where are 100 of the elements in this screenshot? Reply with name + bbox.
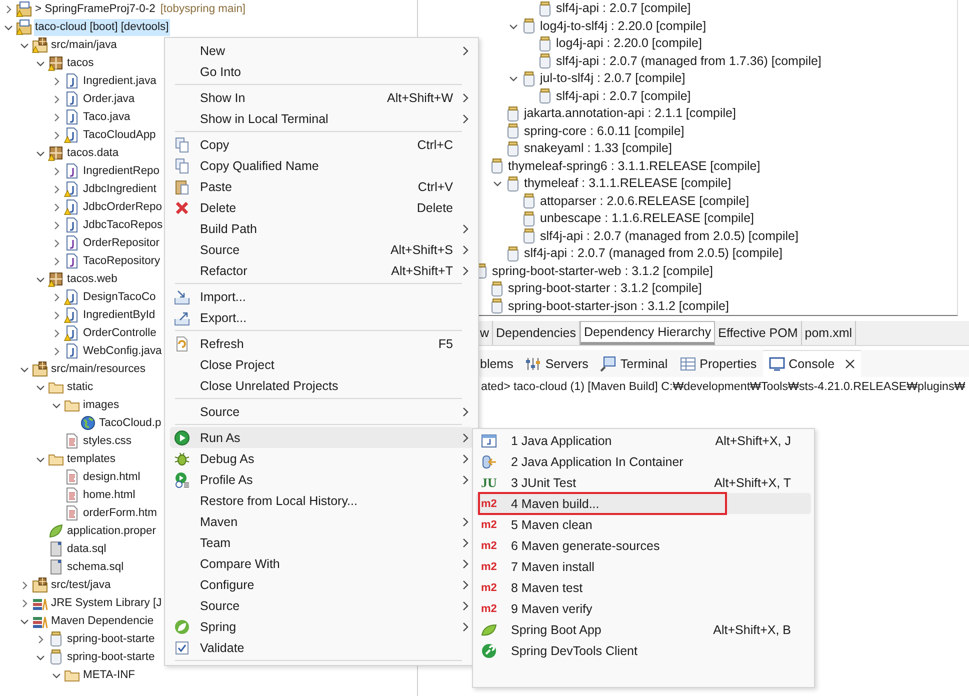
chevron-icon[interactable] bbox=[52, 184, 60, 194]
tree-item[interactable]: JdbcTacoRepos bbox=[82, 216, 164, 234]
tree-item[interactable]: slf4j-api : 2.0.7 (managed from 2.0.5) [compile] bbox=[523, 245, 784, 262]
menu-item[interactable]: Source bbox=[170, 595, 473, 616]
tree-item[interactable]: application.proper bbox=[66, 522, 157, 540]
menu-item[interactable]: m2 5 Maven clean bbox=[476, 514, 811, 535]
chevron-icon[interactable] bbox=[52, 220, 60, 230]
chevron-icon[interactable] bbox=[492, 179, 502, 188]
tree-item[interactable]: OrderRepositor bbox=[82, 234, 160, 252]
tree-item[interactable]: slf4j-api : 2.0.7 (managed from 2.0.5) [compile] bbox=[539, 228, 800, 245]
tree-item[interactable]: design.html bbox=[82, 468, 142, 486]
menu-item[interactable]: m2 6 Maven generate-sources bbox=[476, 535, 811, 556]
tree-item[interactable]: JRE System Library [J bbox=[50, 594, 163, 612]
tree-item[interactable]: META-INF bbox=[82, 666, 136, 684]
chevron-icon[interactable] bbox=[36, 58, 44, 68]
chevron-icon[interactable] bbox=[36, 382, 44, 392]
tree-item[interactable]: unbescape : 1.1.6.RELEASE [compile] bbox=[539, 210, 756, 228]
chevron-icon[interactable] bbox=[52, 346, 60, 356]
view-tab[interactable]: Console bbox=[762, 350, 861, 377]
tree-item[interactable]: slf4j-api : 2.0.7 [compile] bbox=[555, 88, 692, 105]
tree-item[interactable]: styles.css bbox=[82, 432, 132, 450]
tree-item[interactable]: Taco.java bbox=[82, 108, 132, 126]
tree-item[interactable]: images bbox=[82, 396, 120, 414]
menu-item[interactable]: Profile As bbox=[170, 469, 473, 490]
chevron-icon[interactable] bbox=[4, 22, 12, 32]
chevron-icon[interactable] bbox=[52, 400, 60, 410]
tree-item[interactable]: slf4j-api : 2.0.7 (managed from 1.7.36) [compile] bbox=[555, 52, 822, 70]
menu-item[interactable]: Paste Ctrl+V bbox=[170, 176, 473, 197]
tree-item[interactable]: static bbox=[66, 378, 94, 396]
tree-item[interactable]: TacoCloudApp bbox=[82, 126, 157, 144]
menu-item[interactable]: 1 Java Application Alt+Shift+X, J bbox=[476, 430, 811, 451]
menu-item[interactable]: Spring bbox=[170, 616, 473, 637]
menu-item[interactable]: Export... bbox=[170, 307, 473, 328]
chevron-icon[interactable] bbox=[508, 74, 518, 84]
chevron-icon[interactable] bbox=[20, 580, 28, 590]
tree-item[interactable]: > SpringFrameProj7-0-2 bbox=[34, 0, 156, 18]
chevron-icon[interactable] bbox=[20, 616, 28, 626]
view-tab[interactable]: Servers bbox=[519, 350, 594, 377]
tree-item[interactable]: WebConfig.java bbox=[82, 342, 163, 360]
tree-item[interactable]: OrderControlle bbox=[82, 324, 158, 342]
chevron-icon[interactable] bbox=[52, 112, 60, 122]
chevron-icon[interactable] bbox=[52, 670, 60, 680]
menu-item[interactable]: Validate bbox=[170, 637, 473, 658]
menu-item[interactable]: Run As bbox=[170, 427, 473, 448]
menu-item[interactable]: 2 Java Application In Container bbox=[476, 451, 811, 472]
tree-item[interactable]: src/main/resources bbox=[50, 360, 146, 378]
tree-item[interactable]: schema.sql bbox=[66, 558, 125, 576]
chevron-icon[interactable] bbox=[52, 310, 60, 320]
menu-item[interactable]: Compare With bbox=[170, 553, 473, 574]
menu-item[interactable]: Spring Boot App Alt+Shift+X, B bbox=[476, 619, 811, 640]
chevron-icon[interactable] bbox=[20, 598, 28, 608]
menu-item[interactable]: New bbox=[170, 40, 473, 61]
menu-item[interactable]: Import... bbox=[170, 286, 473, 307]
chevron-icon[interactable] bbox=[36, 274, 44, 284]
chevron-icon[interactable] bbox=[52, 76, 60, 86]
chevron-icon[interactable] bbox=[4, 4, 12, 14]
menu-item[interactable]: Show in Local Terminal bbox=[170, 108, 473, 129]
menu-item[interactable]: Restore from Local History... bbox=[170, 490, 473, 511]
menu-item[interactable]: Close Unrelated Projects bbox=[170, 375, 473, 396]
tree-item[interactable]: DesignTacoCo bbox=[82, 288, 157, 306]
close-icon[interactable] bbox=[844, 359, 855, 369]
tree-item[interactable]: Order.java bbox=[82, 90, 136, 108]
tree-item[interactable]: templates bbox=[66, 450, 117, 468]
menu-item[interactable]: m2 7 Maven install bbox=[476, 556, 811, 577]
tree-item[interactable]: jul-to-slf4j : 2.0.7 [compile] bbox=[539, 70, 686, 88]
tree-item[interactable]: slf4j-api : 2.0.7 [compile] bbox=[555, 0, 692, 18]
tree-item[interactable]: tacos bbox=[66, 54, 95, 72]
menu-item[interactable]: Debug As bbox=[170, 448, 473, 469]
chevron-icon[interactable] bbox=[20, 40, 28, 50]
tree-item[interactable]: tacos.data bbox=[66, 144, 120, 162]
chevron-icon[interactable] bbox=[52, 256, 60, 266]
menu-item[interactable]: Delete Delete bbox=[170, 197, 473, 218]
tree-item[interactable]: thymeleaf : 3.1.1.RELEASE [compile] bbox=[523, 175, 732, 192]
tree-item[interactable]: data.sql bbox=[66, 540, 108, 558]
menu-item[interactable]: Copy Qualified Name bbox=[170, 155, 473, 176]
editor-tab[interactable]: Dependency Hierarchy bbox=[580, 321, 716, 345]
view-tab[interactable]: Properties bbox=[674, 350, 763, 377]
tree-item[interactable]: log4j-api : 2.20.0 [compile] bbox=[555, 35, 703, 52]
view-tab[interactable]: Terminal bbox=[594, 350, 674, 377]
chevron-icon[interactable] bbox=[52, 292, 60, 302]
menu-item[interactable]: Build Path bbox=[170, 218, 473, 239]
menu-item[interactable]: Refresh F5 bbox=[170, 333, 473, 354]
chevron-icon[interactable] bbox=[36, 634, 44, 644]
menu-item[interactable]: Maven bbox=[170, 511, 473, 532]
tree-item[interactable]: TacoRepository bbox=[82, 252, 162, 270]
tree-item[interactable]: log4j-to-slf4j : 2.20.0 [compile] bbox=[539, 18, 708, 35]
tree-item[interactable]: spring-boot-starte bbox=[66, 630, 156, 648]
tree-item[interactable]: tacos.web bbox=[66, 270, 118, 288]
menu-item[interactable]: Source bbox=[170, 401, 473, 422]
tree-item[interactable]: JdbcOrderRepo bbox=[82, 198, 163, 216]
menu-item[interactable]: Configure bbox=[170, 574, 473, 595]
tree-item[interactable]: Ingredient.java bbox=[82, 72, 158, 90]
menu-item[interactable]: Copy Ctrl+C bbox=[170, 134, 473, 155]
tree-item[interactable]: home.html bbox=[82, 486, 136, 504]
chevron-icon[interactable] bbox=[52, 130, 60, 140]
menu-item[interactable]: m2 9 Maven verify bbox=[476, 598, 811, 619]
menu-item[interactable]: m2 8 Maven test bbox=[476, 577, 811, 598]
tree-item[interactable]: src/main/java bbox=[50, 36, 118, 54]
tree-item[interactable]: jakarta.annotation-api : 2.1.1 [compile] bbox=[523, 105, 737, 122]
chevron-icon[interactable] bbox=[508, 22, 518, 31]
